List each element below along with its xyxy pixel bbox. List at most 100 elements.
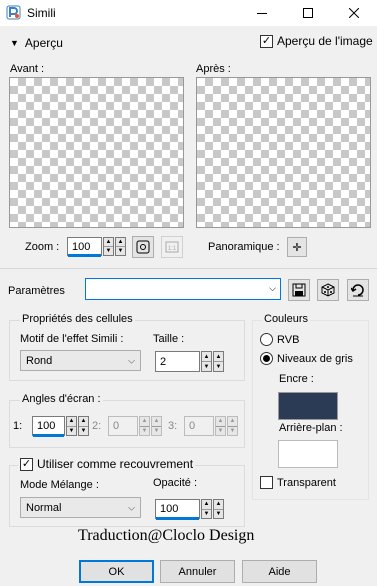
zoom-stepper-secondary[interactable]: ▲ ▼: [115, 237, 126, 256]
arrow-down-icon[interactable]: ▼: [216, 425, 225, 436]
ok-button[interactable]: OK: [79, 560, 154, 583]
grayscale-label: Niveaux de gris: [277, 352, 353, 365]
opacity-stepper-secondary[interactable]: ▲ ▼: [213, 499, 224, 519]
radio-selected-dot: [263, 355, 270, 362]
arrow-up-icon[interactable]: ▲: [116, 238, 125, 246]
grayscale-radio[interactable]: [260, 352, 273, 365]
focus-underline: [33, 434, 64, 437]
arrow-up-icon[interactable]: ▲: [228, 417, 237, 426]
checkmark-icon: ✓: [21, 457, 32, 470]
minimize-icon: [257, 13, 267, 14]
arrow-down-icon[interactable]: ▼: [202, 361, 211, 371]
arrow-up-icon[interactable]: ▲: [67, 417, 76, 426]
arrow-up-icon[interactable]: ▲: [152, 417, 161, 426]
arrow-up-icon[interactable]: ▲: [214, 352, 223, 361]
angle1-stepper[interactable]: ▲ ▼: [66, 416, 77, 436]
title-bar: Simili: [0, 0, 377, 26]
randomize-button[interactable]: [317, 279, 339, 301]
arrow-up-icon[interactable]: ▲: [79, 417, 88, 426]
arrow-down-icon[interactable]: ▼: [202, 508, 211, 519]
angle1-input[interactable]: 100: [32, 416, 65, 437]
blend-mode-select[interactable]: Normal ⌵: [20, 497, 141, 518]
transparent-checkbox[interactable]: [260, 476, 273, 489]
blend-mode-label: Mode Mélange :: [20, 479, 99, 491]
preview-collapse-toggle[interactable]: ▼ Aperçu: [10, 36, 63, 50]
params-dropdown[interactable]: ⌵: [85, 278, 281, 300]
minimize-button[interactable]: [239, 0, 285, 26]
chevron-down-icon: ⌵: [269, 283, 276, 293]
overlay-checkbox-row[interactable]: ✓ Utiliser comme recouvrement: [18, 457, 196, 471]
grayscale-radio-row[interactable]: Niveaux de gris: [260, 352, 353, 365]
arrow-down-icon[interactable]: ▼: [79, 425, 88, 436]
colors-title: Couleurs: [262, 313, 311, 325]
transparent-label: Transparent: [277, 476, 336, 489]
maximize-icon: [303, 8, 313, 18]
pattern-select[interactable]: Rond ⌵: [20, 350, 141, 371]
angle3-stepper[interactable]: ▲ ▼: [215, 416, 226, 436]
arrow-up-icon[interactable]: ▲: [140, 417, 149, 426]
size-stepper[interactable]: ▲ ▼: [201, 351, 212, 372]
zoom-actual-size-button[interactable]: 1:1: [161, 236, 183, 258]
arrow-down-icon[interactable]: ▼: [214, 361, 223, 371]
maximize-button[interactable]: [285, 0, 331, 26]
pan-label: Panoramique :: [208, 241, 280, 253]
angle3-value: 0: [189, 420, 196, 432]
size-input[interactable]: 2: [155, 351, 200, 372]
size-stepper-secondary[interactable]: ▲ ▼: [213, 351, 224, 372]
help-button[interactable]: Aide: [242, 560, 317, 583]
arrow-down-icon[interactable]: ▼: [104, 246, 113, 255]
opacity-value: 100: [160, 503, 179, 515]
background-label: Arrière-plan :: [279, 422, 343, 434]
arrow-up-icon[interactable]: ▲: [214, 500, 223, 509]
preview-image-checkbox[interactable]: ✓: [260, 34, 273, 48]
save-icon: [292, 283, 306, 297]
opacity-stepper[interactable]: ▲ ▼: [201, 499, 212, 519]
zoom-stepper[interactable]: ▲ ▼: [103, 237, 114, 256]
transparent-checkbox-row[interactable]: Transparent: [260, 476, 336, 489]
close-button[interactable]: [331, 0, 377, 26]
arrow-up-icon[interactable]: ▲: [104, 238, 113, 246]
divider: [0, 268, 377, 269]
arrow-down-icon[interactable]: ▼: [67, 425, 76, 436]
angle2-stepper[interactable]: ▲ ▼: [139, 416, 150, 436]
rgb-radio[interactable]: [260, 333, 273, 346]
params-label: Paramètres: [8, 285, 65, 297]
angle1-stepper-secondary[interactable]: ▲ ▼: [78, 416, 89, 436]
arrow-up-icon[interactable]: ▲: [202, 500, 211, 509]
arrow-up-icon[interactable]: ▲: [202, 352, 211, 361]
after-preview[interactable]: [196, 77, 371, 228]
close-icon: [349, 8, 359, 18]
angle3-stepper-secondary[interactable]: ▲ ▼: [227, 416, 238, 436]
zoom-fit-button[interactable]: [132, 236, 154, 258]
opacity-input[interactable]: 100: [155, 499, 200, 520]
zoom-fit-icon: [136, 240, 150, 254]
reset-icon: [351, 284, 364, 297]
rgb-label: RVB: [277, 333, 300, 346]
zoom-input[interactable]: 100: [67, 237, 102, 257]
focus-underline: [68, 254, 101, 257]
cancel-button[interactable]: Annuler: [160, 560, 235, 583]
overlay-checkbox[interactable]: ✓: [20, 457, 33, 471]
arrow-up-icon[interactable]: ▲: [216, 417, 225, 426]
save-preset-button[interactable]: [288, 279, 310, 301]
pan-button[interactable]: ✛: [287, 237, 307, 257]
arrow-down-icon[interactable]: ▼: [228, 425, 237, 436]
before-preview[interactable]: [9, 77, 184, 228]
ink-color-swatch[interactable]: [278, 392, 338, 420]
background-color-swatch[interactable]: [278, 440, 338, 468]
angle2-input[interactable]: 0: [108, 416, 138, 436]
angle2-stepper-secondary[interactable]: ▲ ▼: [151, 416, 162, 436]
triangle-down-icon: ▼: [10, 38, 19, 48]
translator-credit: Traduction@Cloclo Design: [78, 527, 255, 544]
arrow-down-icon[interactable]: ▼: [140, 425, 149, 436]
arrow-down-icon[interactable]: ▼: [214, 508, 223, 519]
preview-image-checkbox-row[interactable]: ✓ Aperçu de l'image: [260, 34, 373, 48]
arrow-down-icon[interactable]: ▼: [116, 246, 125, 255]
blend-mode-value: Normal: [26, 501, 62, 514]
zoom-label: Zoom :: [25, 241, 60, 253]
reset-button[interactable]: [347, 279, 369, 301]
rgb-radio-row[interactable]: RVB: [260, 333, 299, 346]
arrow-down-icon[interactable]: ▼: [152, 425, 161, 436]
screen-angles-title: Angles d'écran :: [20, 393, 103, 405]
angle3-input[interactable]: 0: [184, 416, 214, 436]
